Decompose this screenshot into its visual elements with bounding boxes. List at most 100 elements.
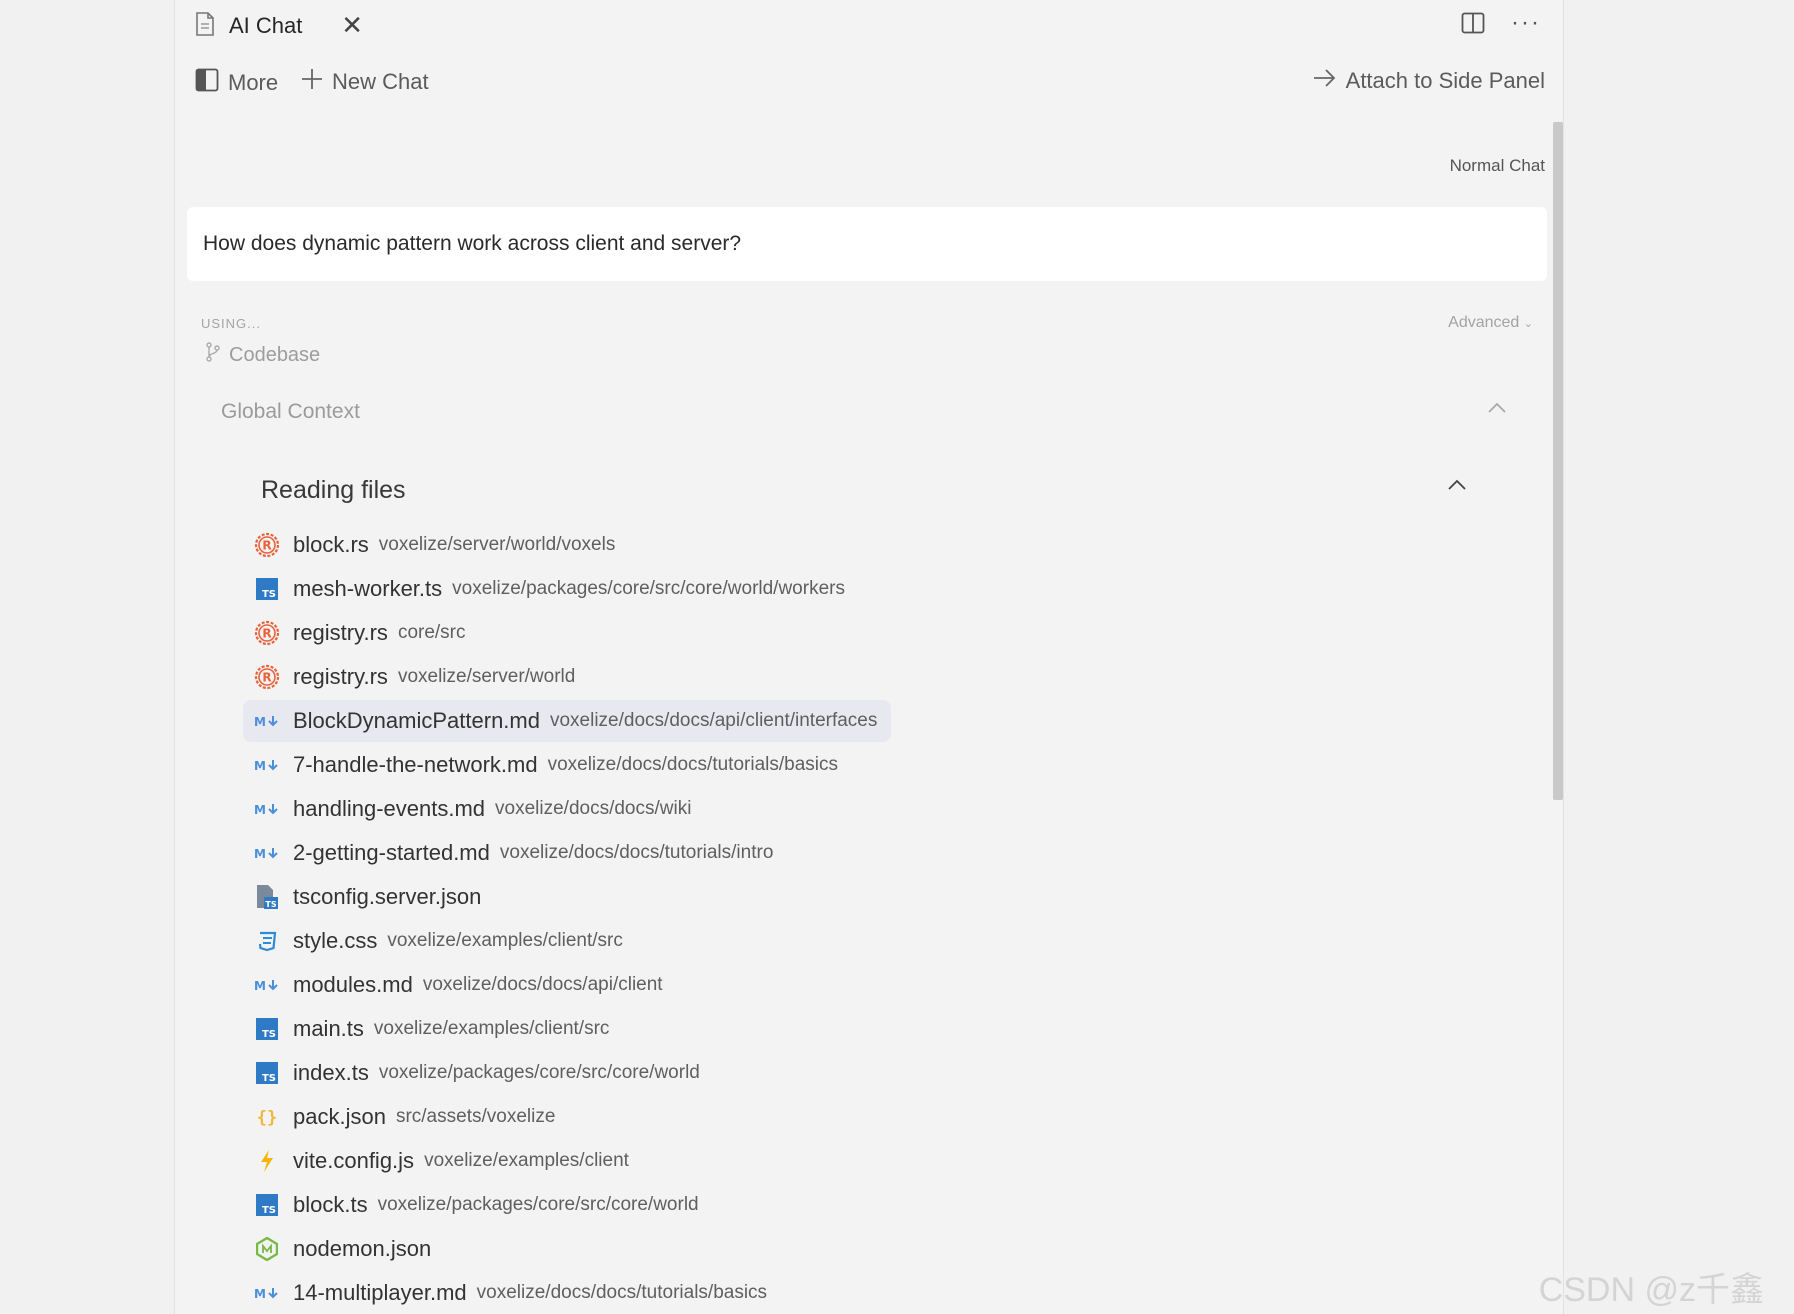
scrollbar[interactable]: [1553, 122, 1563, 800]
user-question: How does dynamic pattern work across cli…: [187, 207, 1547, 281]
new-chat-button[interactable]: New Chat: [301, 68, 429, 96]
file-path: voxelize/docs/docs/wiki: [495, 798, 692, 819]
file-item[interactable]: style.css voxelize/examples/client/src: [243, 920, 637, 962]
markdown-icon: M: [253, 971, 281, 999]
vite-icon: [253, 1147, 281, 1175]
svg-text:M: M: [254, 803, 266, 817]
svg-text:R: R: [262, 539, 271, 553]
file-item[interactable]: TS block.ts voxelize/packages/core/src/cor…: [243, 1184, 713, 1226]
svg-text:R: R: [262, 627, 271, 641]
svg-text:TS: TS: [265, 900, 276, 909]
more-label: More: [228, 70, 279, 95]
plus-icon: [301, 68, 323, 96]
file-name: block.rs: [293, 532, 369, 557]
file-item[interactable]: Rblock.rs voxelize/server/world/voxels: [243, 524, 629, 566]
file-item[interactable]: M BlockDynamicPattern.md voxelize/docs/doc…: [243, 700, 892, 742]
reading-files-title[interactable]: Reading files: [261, 476, 406, 505]
nodemon-icon: [253, 1235, 281, 1263]
file-name: index.ts: [293, 1060, 369, 1085]
rust-icon: R: [253, 663, 281, 691]
file-name: block.ts: [293, 1192, 368, 1217]
markdown-icon: M: [253, 751, 281, 779]
rust-icon: R: [253, 619, 281, 647]
file-name: vite.config.js: [293, 1148, 415, 1173]
file-item[interactable]: {} pack.json src/assets/voxelize: [243, 1096, 569, 1138]
svg-text:R: R: [262, 671, 271, 685]
file-name: registry.rs: [293, 620, 388, 645]
tab-bar: AI Chat ✕ ···: [175, 0, 1563, 52]
markdown-icon: M: [253, 707, 281, 735]
using-label: USING...: [201, 316, 262, 331]
file-name: main.ts: [293, 1016, 364, 1041]
arrow-right-icon: [1313, 68, 1337, 94]
watermark: CSDN @z千鑫: [1538, 1271, 1764, 1309]
json-icon: {}: [253, 1103, 281, 1131]
file-path: voxelize/examples/client: [424, 1150, 629, 1171]
file-item[interactable]: Mhandling-events.md voxelize/docs/docs/wi…: [243, 788, 705, 830]
file-name: modules.md: [293, 972, 413, 997]
advanced-dropdown[interactable]: Advanced ⌄: [1448, 314, 1533, 332]
global-context-title[interactable]: Global Context: [221, 400, 360, 424]
file-path: voxelize/docs/docs/tutorials/basics: [476, 1282, 768, 1303]
codebase-chip[interactable]: Codebase: [205, 342, 320, 368]
typescript-icon: TS: [253, 1191, 281, 1219]
file-name: tsconfig.server.json: [293, 884, 482, 909]
file-name: 14-multiplayer.md: [293, 1280, 467, 1305]
markdown-icon: M: [253, 1279, 281, 1307]
file-path: voxelize/packages/core/src/core/world/wo…: [452, 578, 845, 599]
more-button[interactable]: More: [195, 68, 278, 98]
close-icon[interactable]: ✕: [341, 12, 363, 38]
split-editor-icon[interactable]: [1461, 12, 1485, 39]
svg-text:M: M: [254, 1287, 266, 1301]
file-item[interactable]: M 7-handle-the-network.md voxelize/docs/do…: [243, 744, 852, 786]
rust-icon: R: [253, 531, 281, 559]
svg-text:{}: {}: [257, 1108, 277, 1128]
file-path: voxelize/packages/core/src/core/world: [377, 1194, 699, 1215]
file-item[interactable]: Rregistry.rs core/src: [243, 612, 480, 654]
file-path: voxelize/docs/docs/tutorials/intro: [499, 842, 774, 863]
file-path: src/assets/voxelize: [395, 1106, 556, 1127]
chevron-down-icon: ⌄: [1523, 318, 1533, 330]
more-actions-icon[interactable]: ···: [1511, 10, 1541, 35]
file-path: voxelize/server/world: [397, 666, 576, 687]
typescript-icon: TS: [253, 1059, 281, 1087]
file-name: 7-handle-the-network.md: [293, 752, 538, 777]
tab-ai-chat[interactable]: AI Chat ✕: [177, 0, 377, 52]
file-name: style.css: [293, 928, 378, 953]
file-path: voxelize/docs/docs/tutorials/basics: [547, 754, 838, 775]
file-name: nodemon.json: [293, 1236, 432, 1261]
file-item[interactable]: M 2-getting-started.md voxelize/docs/docs/…: [243, 832, 787, 874]
tab-actions: ···: [1461, 10, 1541, 39]
css-icon: [253, 927, 281, 955]
file-icon: [195, 11, 215, 41]
file-item[interactable]: M 14-multiplayer.md voxelize/docs/docs/tut…: [243, 1272, 781, 1314]
file-item[interactable]: TS mesh-worker.ts voxelize/packages/core/s…: [243, 568, 859, 610]
file-path: voxelize/docs/docs/api/client: [422, 974, 663, 995]
svg-text:TS: TS: [262, 1029, 276, 1040]
file-path: voxelize/server/world/voxels: [378, 534, 616, 555]
advanced-label: Advanced: [1448, 314, 1520, 331]
file-item[interactable]: Mmodules.md voxelize/docs/docs/api/client: [243, 964, 677, 1006]
git-branch-icon: [205, 342, 221, 368]
tsconfig-icon: TS: [253, 883, 281, 911]
attach-side-panel-button[interactable]: Attach to Side Panel: [1313, 68, 1545, 94]
file-path: voxelize/packages/core/src/core/world: [378, 1062, 700, 1083]
markdown-icon: M: [253, 839, 281, 867]
attach-label: Attach to Side Panel: [1345, 68, 1545, 93]
svg-text:TS: TS: [262, 1073, 276, 1084]
sidebar-toggle-icon: [195, 68, 219, 98]
file-item[interactable]: TS main.ts voxelize/examples/client/src: [243, 1008, 623, 1050]
file-item[interactable]: vite.config.js voxelize/examples/client: [243, 1140, 643, 1182]
file-item[interactable]: TS tsconfig.server.json: [243, 876, 505, 918]
chevron-up-icon[interactable]: [1447, 478, 1467, 496]
file-name: 2-getting-started.md: [293, 840, 490, 865]
chevron-up-icon[interactable]: [1487, 401, 1507, 419]
file-item[interactable]: Rregistry.rs voxelize/server/world: [243, 656, 589, 698]
file-item[interactable]: nodemon.json: [243, 1228, 455, 1270]
file-item[interactable]: TS index.ts voxelize/packages/core/src/cor…: [243, 1052, 714, 1094]
codebase-label: Codebase: [229, 343, 321, 366]
new-chat-label: New Chat: [332, 69, 429, 94]
svg-text:TS: TS: [262, 1205, 276, 1216]
typescript-icon: TS: [253, 1015, 281, 1043]
chat-toolbar: More New Chat Attach to Side Panel: [175, 68, 1563, 108]
